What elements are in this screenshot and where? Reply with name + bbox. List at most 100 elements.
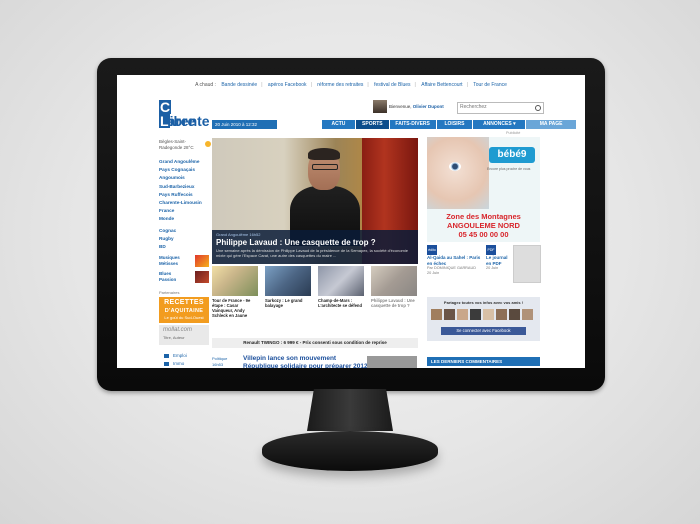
nav-item-annonces[interactable]: ANNONCES ▾	[473, 120, 526, 129]
briefcase-icon	[164, 353, 169, 358]
festival-thumbnail[interactable]	[195, 255, 209, 267]
hot-topics-bar: A chaud : Bande dessinée | apéros Faceboo…	[195, 82, 507, 88]
nav-item-loisirs[interactable]: LOISIRS	[436, 120, 473, 129]
hero-category: Grand Angoulême 16h52	[216, 232, 261, 237]
date-bar: 20 Juin 2010 à 12:32	[212, 120, 277, 129]
related-articles: Tour de France - 9e étape : Casar Vainqu…	[212, 266, 418, 318]
pdf-title[interactable]: Le journal en PDF	[486, 255, 512, 266]
nav-item-ma-page[interactable]: MA PAGE	[526, 120, 577, 129]
sidebar-regions: Grand Angoulême Pays Cognaçais Angoumois…	[159, 158, 209, 224]
sidebar-item[interactable]: Pays Ruffecois	[159, 191, 209, 199]
sidebar-item[interactable]: Grand Angoulême	[159, 158, 209, 166]
related-article[interactable]: Sarkozy : Le grand balayage	[265, 266, 311, 308]
sidebar-item[interactable]: Pays Cognaçais	[159, 166, 209, 174]
sidebar-link-immo[interactable]: Immo	[173, 361, 184, 366]
user-name[interactable]: Olivier Dupont	[413, 104, 444, 109]
facebook-widget: Partagez toutes vos infos avec vos amis …	[427, 297, 540, 341]
related-article[interactable]: Tour de France - 9e étape : Casar Vainqu…	[212, 266, 258, 318]
main-nav: ACTU SPORTS FAITS-DIVERS LOISIRS ANNONCE…	[322, 120, 577, 129]
sidebar-item[interactable]: Angoumois	[159, 174, 209, 182]
avatar[interactable]	[470, 309, 481, 320]
related-article[interactable]: Philippe Lavaud : Une casquette de trop …	[371, 266, 417, 308]
hot-topic-link[interactable]: apéros Facebook	[268, 82, 307, 88]
monitor-stand-neck	[307, 389, 393, 431]
ad-zone: Zone des Montagnes	[446, 212, 521, 221]
promo-banner[interactable]: Renault TWINGO : 6 999 € - Prix consenti…	[212, 338, 418, 348]
house-icon	[164, 361, 169, 366]
article-thumbnail	[371, 266, 417, 296]
ad-banner[interactable]: bébé9 Encore plus proche de vous Zone de…	[427, 137, 540, 242]
facebook-connect-button[interactable]: Se connecter avec Facebook	[441, 327, 526, 335]
hot-topic-link[interactable]: festival de Blues	[374, 82, 410, 88]
ad-photo	[427, 137, 489, 209]
edito-item[interactable]: édito Al-Qaida au Sahel : Paris en échec…	[427, 245, 485, 285]
sidebar-item[interactable]: Cognac	[159, 227, 209, 235]
ad-text: Zone des Montagnes ANGOULEME NORD 05 45 …	[427, 212, 540, 239]
weather-widget: Bègles-Saint- Radegonde 28°C	[159, 139, 203, 151]
ad-label: Publicité	[506, 131, 521, 135]
article-title[interactable]: Villepin lance son mouvement République …	[243, 355, 368, 368]
nav-item-actu[interactable]: ACTU	[322, 120, 355, 129]
nav-item-faits-divers[interactable]: FAITS-DIVERS	[389, 120, 436, 129]
mollat-title: mollat.com	[163, 327, 193, 333]
avatar[interactable]	[444, 309, 455, 320]
sidebar-bottom-links: Emploi Immo	[164, 352, 187, 368]
newspaper-cover-thumbnail[interactable]	[513, 245, 541, 283]
comments-header: LES DERNIERS COMMENTAIRES	[427, 357, 540, 366]
hot-topic-link[interactable]: Bande dessinée	[221, 82, 257, 88]
hot-topics-label: A chaud :	[195, 82, 216, 88]
logo-letter: C	[159, 99, 172, 115]
edito-date: 20 Juin	[427, 271, 440, 275]
sidebar-item[interactable]: Sud-Barbezieux	[159, 183, 209, 191]
logo-letter: L	[159, 113, 170, 129]
recettes-banner[interactable]: RECETTES D'AQUITAINE Le goût du Sud-Oues…	[159, 297, 209, 323]
hot-topic-link[interactable]: réforme des retraites	[317, 82, 363, 88]
friend-avatars	[431, 309, 533, 320]
article-caption: Tour de France - 9e étape : Casar Vainqu…	[212, 298, 251, 318]
sidebar-item[interactable]: BD	[159, 243, 209, 251]
sidebar-link-emploi[interactable]: Emploi	[173, 353, 187, 358]
sidebar-sports: Cognac Rugby BD	[159, 227, 209, 252]
sidebar-item[interactable]: Monde	[159, 215, 209, 223]
hero-photo-person	[290, 140, 360, 246]
sidebar-item[interactable]: France	[159, 207, 209, 215]
festival-thumbnail[interactable]	[195, 271, 209, 283]
sidebar-item[interactable]: Rugby	[159, 235, 209, 243]
greeting-label: Bienvenue,	[389, 104, 412, 109]
sun-icon	[205, 141, 211, 147]
recettes-title: RECETTES	[164, 299, 204, 306]
monitor-stand-base	[262, 431, 438, 471]
article-thumbnail[interactable]	[367, 356, 417, 368]
recettes-subtitle: D'AQUITAINE	[164, 308, 204, 314]
ad-phone: 05 45 00 00 00	[458, 230, 509, 239]
hot-topic-link[interactable]: Tour de France	[473, 82, 507, 88]
search-icon[interactable]	[535, 105, 541, 111]
search-input[interactable]	[458, 103, 532, 111]
ad-location: ANGOULEME NORD	[447, 221, 520, 230]
related-article[interactable]: Champ-de-Mars : L'architecte se défend	[318, 266, 364, 308]
article-thumbnail	[318, 266, 364, 296]
avatar[interactable]	[496, 309, 507, 320]
facebook-prompt: Partagez toutes vos infos avec vos amis …	[443, 300, 524, 305]
edito-title[interactable]: Al-Qaida au Sahel : Paris en échec	[427, 255, 485, 266]
article-thumbnail	[212, 266, 258, 296]
hero-title[interactable]: Philippe Lavaud : Une casquette de trop …	[212, 237, 418, 248]
ad-brand: bébé9	[489, 147, 535, 163]
avatar[interactable]	[373, 100, 387, 113]
sidebar-item-blues[interactable]: Blues Passion	[159, 271, 189, 283]
sidebar-item[interactable]: Charente-Limousin	[159, 199, 209, 207]
avatar[interactable]	[457, 309, 468, 320]
mollat-banner[interactable]: mollat.com Titre, Auteur	[159, 325, 209, 345]
hero-article[interactable]: Grand Angoulême 16h52 Philippe Lavaud : …	[212, 138, 418, 264]
hero-summary: Une semaine après la démission de Philip…	[216, 248, 408, 258]
avatar[interactable]	[509, 309, 520, 320]
pdf-item[interactable]: PDF Le journal en PDF 20 Juin	[486, 245, 512, 285]
avatar[interactable]	[431, 309, 442, 320]
nav-item-sports[interactable]: SPORTS	[355, 120, 389, 129]
sidebar-item-musiques[interactable]: Musiques Métisses	[159, 255, 193, 267]
avatar[interactable]	[483, 309, 494, 320]
avatar[interactable]	[522, 309, 533, 320]
article-thumbnail	[265, 266, 311, 296]
hot-topic-link[interactable]: Affaire Bettencourt	[421, 82, 462, 88]
ad-tagline: Encore plus proche de vous	[487, 167, 531, 171]
